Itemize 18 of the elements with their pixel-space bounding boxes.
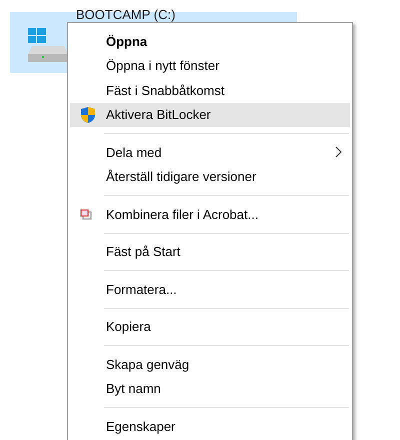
- drive-label: BOOTCAMP (C:): [76, 6, 176, 24]
- menu-item[interactable]: Öppna i nytt fönster: [70, 54, 350, 78]
- menu-item[interactable]: Aktivera BitLocker: [70, 102, 350, 127]
- menu-item[interactable]: Dela med: [70, 140, 350, 164]
- shield-icon: [80, 106, 96, 124]
- menu-item[interactable]: Egenskaper: [70, 414, 350, 438]
- menu-item[interactable]: Fäst i Snabbåtkomst: [70, 78, 350, 102]
- drive-icon: [26, 28, 70, 64]
- menu-item[interactable]: Kopiera: [70, 314, 350, 339]
- menu-item[interactable]: Fäst på Start: [70, 240, 350, 264]
- menu-item[interactable]: Öppna: [70, 29, 350, 54]
- menu-item[interactable]: Formatera...: [70, 277, 350, 302]
- menu-item[interactable]: Kombinera filer i Acrobat...: [70, 202, 350, 226]
- menu-item[interactable]: Återställ tidigare versioner: [70, 164, 350, 189]
- chevron-right-icon: [335, 146, 342, 158]
- menu-item[interactable]: Byt namn: [70, 376, 350, 401]
- menu-item[interactable]: Skapa genväg: [70, 352, 350, 376]
- document-icon: [80, 208, 92, 220]
